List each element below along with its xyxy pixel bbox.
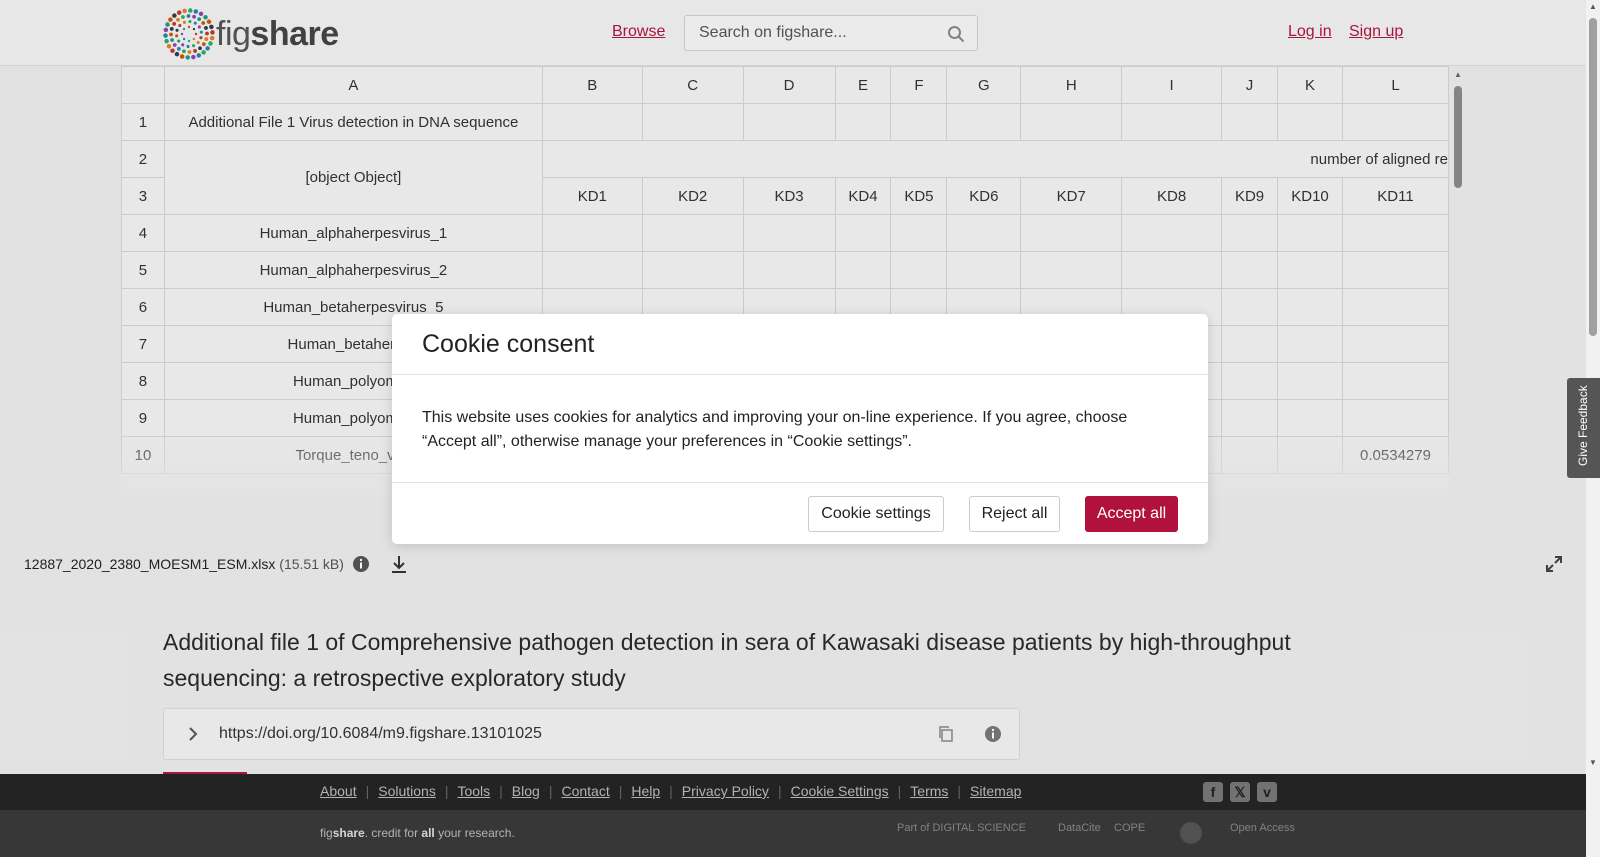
cookie-consent-dialog: Cookie consent This website uses cookies…	[392, 314, 1208, 544]
dialog-body: This website uses cookies for analytics …	[422, 409, 1128, 450]
divider	[392, 374, 1208, 375]
reject-all-button[interactable]: Reject all	[969, 496, 1060, 532]
dialog-title: Cookie consent	[422, 330, 595, 358]
scroll-up-icon[interactable]: ▲	[1589, 2, 1597, 11]
cookie-settings-button[interactable]: Cookie settings	[808, 496, 944, 532]
divider	[392, 482, 1208, 483]
accept-all-button[interactable]: Accept all	[1085, 496, 1178, 532]
scroll-down-icon[interactable]: ▼	[1589, 758, 1597, 767]
give-feedback-tab[interactable]: Give Feedback	[1567, 378, 1600, 478]
scroll-thumb[interactable]	[1589, 18, 1597, 336]
